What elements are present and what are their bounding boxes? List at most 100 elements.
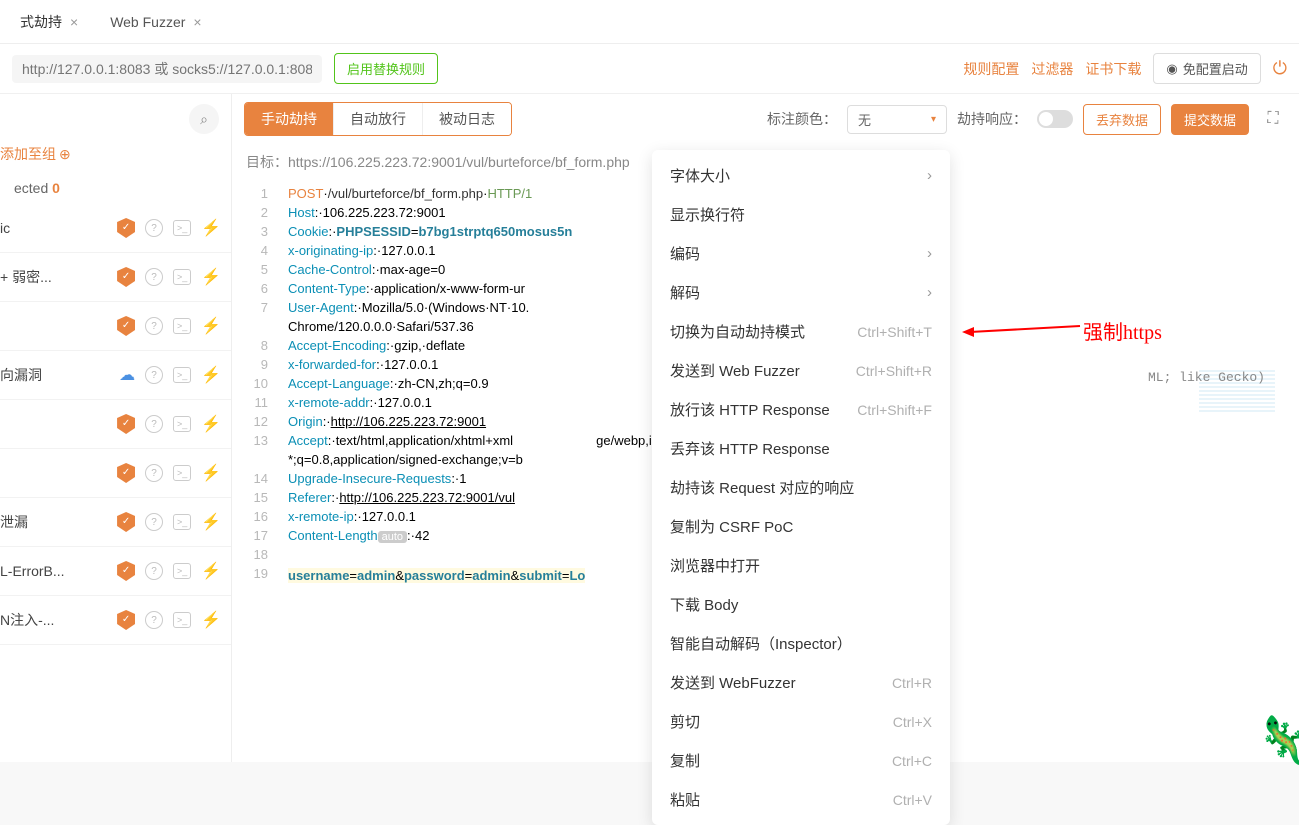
annotation-text: 强制https [1083, 316, 1162, 345]
context-menu: 字体大小›显示换行符编码›解码›切换为自动劫持模式Ctrl+Shift+T发送到… [652, 150, 950, 825]
terminal-icon[interactable]: >_ [173, 514, 191, 530]
sidebar: ⌕ 添加至组 ⊕ ected 0 ic?>_⚡+ 弱密...?>_⚡?>_⚡向漏… [0, 94, 232, 762]
sidebar-item-label: 泄漏 [0, 512, 107, 532]
filter-link[interactable]: 过滤器 [1031, 59, 1073, 79]
context-menu-item[interactable]: 发送到 Web FuzzerCtrl+Shift+R [652, 351, 950, 390]
context-menu-item[interactable]: 智能自动解码（Inspector） [652, 624, 950, 663]
tabs-bar: 式劫持× Web Fuzzer× [0, 0, 1299, 44]
terminal-icon[interactable]: >_ [173, 416, 191, 432]
bolt-icon[interactable]: ⚡ [201, 512, 221, 532]
no-config-launch-button[interactable]: ◉免配置启动 [1153, 53, 1260, 84]
help-icon[interactable]: ? [145, 317, 163, 335]
terminal-icon[interactable]: >_ [173, 367, 191, 383]
shield-icon [117, 414, 135, 434]
help-icon[interactable]: ? [145, 366, 163, 384]
bolt-icon[interactable]: ⚡ [201, 610, 221, 630]
hijack-response-toggle[interactable] [1037, 110, 1073, 128]
context-menu-item[interactable]: 编码› [652, 234, 950, 273]
close-icon[interactable]: × [70, 14, 78, 30]
mode-tab[interactable]: 被动日志 [423, 103, 511, 135]
discard-button[interactable]: 丢弃数据 [1083, 104, 1161, 135]
context-menu-item[interactable]: 解码› [652, 273, 950, 312]
cloud-icon: ☁ [119, 365, 135, 385]
sidebar-item[interactable]: 泄漏? >_ ⚡ [0, 498, 231, 547]
sidebar-item[interactable]: ? >_ ⚡ [0, 302, 231, 351]
bolt-icon[interactable]: ⚡ [201, 218, 221, 238]
context-menu-item[interactable]: 复制Ctrl+C [652, 741, 950, 780]
tab-hijack[interactable]: 式劫持× [4, 0, 94, 44]
mode-tab[interactable]: 自动放行 [334, 103, 423, 135]
context-menu-item[interactable]: 放行该 HTTP ResponseCtrl+Shift+F [652, 390, 950, 429]
context-menu-item[interactable]: 显示换行符 [652, 195, 950, 234]
close-icon[interactable]: × [193, 14, 201, 30]
terminal-icon[interactable]: >_ [173, 220, 191, 236]
shield-icon [117, 610, 135, 630]
plus-icon: ⊕ [59, 146, 71, 163]
bolt-icon[interactable]: ⚡ [201, 463, 221, 483]
tab-web-fuzzer[interactable]: Web Fuzzer× [94, 0, 217, 44]
line-gutter: 12345678910111213141516171819 [232, 180, 278, 583]
shield-icon [117, 267, 135, 287]
context-menu-item[interactable]: 发送到 WebFuzzerCtrl+R [652, 663, 950, 702]
mode-bar: 手动劫持自动放行被动日志 标注颜色： 无▾ 劫持响应： 丢弃数据 提交数据 ⛶ [232, 94, 1299, 144]
help-icon[interactable]: ? [145, 513, 163, 531]
search-icon[interactable]: ⌕ [189, 104, 219, 134]
shield-icon [117, 561, 135, 581]
help-icon[interactable]: ? [145, 219, 163, 237]
terminal-icon[interactable]: >_ [173, 269, 191, 285]
rule-config-link[interactable]: 规则配置 [963, 59, 1019, 79]
chevron-right-icon: › [927, 167, 932, 184]
sidebar-item[interactable]: ic? >_ ⚡ [0, 204, 231, 253]
chevron-right-icon: › [927, 284, 932, 301]
proxy-url-input[interactable] [12, 55, 322, 83]
context-menu-item[interactable]: 下载 Body [652, 585, 950, 624]
chevron-right-icon: › [927, 245, 932, 262]
add-to-group-link[interactable]: 添加至组 ⊕ [0, 144, 217, 164]
sidebar-item[interactable]: + 弱密...?>_⚡ [0, 253, 231, 302]
context-menu-item[interactable]: 浏览器中打开 [652, 546, 950, 585]
sidebar-item-label: L-ErrorB... [0, 563, 107, 579]
help-icon[interactable]: ? [145, 268, 163, 286]
sidebar-item[interactable]: ? >_ ⚡ [0, 449, 231, 498]
bolt-icon[interactable]: ⚡ [201, 414, 221, 434]
sidebar-item-label: N注入-... [0, 610, 107, 630]
selected-count: ected 0 [0, 172, 231, 204]
sidebar-item[interactable]: ? >_ ⚡ [0, 400, 231, 449]
power-icon[interactable]: ⏻ [1273, 58, 1287, 79]
shield-icon [117, 218, 135, 238]
help-icon[interactable]: ? [145, 415, 163, 433]
expand-icon[interactable]: ⛶ [1259, 105, 1287, 133]
enable-rules-button[interactable]: 启用替换规则 [334, 53, 438, 84]
sidebar-item[interactable]: N注入-...? >_ ⚡ [0, 596, 231, 645]
context-menu-item[interactable]: 剪切Ctrl+X [652, 702, 950, 741]
bolt-icon[interactable]: ⚡ [201, 267, 221, 287]
sidebar-item-label: ic [0, 220, 107, 236]
help-icon[interactable]: ? [145, 562, 163, 580]
color-select[interactable]: 无▾ [847, 105, 947, 134]
terminal-icon[interactable]: >_ [173, 318, 191, 334]
bolt-icon[interactable]: ⚡ [201, 561, 221, 581]
chevron-down-icon: ▾ [931, 114, 936, 125]
help-icon[interactable]: ? [145, 464, 163, 482]
cert-download-link[interactable]: 证书下载 [1085, 59, 1141, 79]
sidebar-item[interactable]: 向漏洞☁?>_⚡ [0, 351, 231, 400]
bolt-icon[interactable]: ⚡ [201, 316, 221, 336]
submit-button[interactable]: 提交数据 [1171, 104, 1249, 135]
context-menu-item[interactable]: 复制为 CSRF PoC [652, 507, 950, 546]
terminal-icon[interactable]: >_ [173, 612, 191, 628]
sidebar-item[interactable]: L-ErrorB...? >_ ⚡ [0, 547, 231, 596]
mode-tab[interactable]: 手动劫持 [245, 103, 334, 135]
help-icon[interactable]: ? [145, 611, 163, 629]
terminal-icon[interactable]: >_ [173, 563, 191, 579]
context-menu-item[interactable]: 劫持该 Request 对应的响应 [652, 468, 950, 507]
terminal-icon[interactable]: >_ [173, 465, 191, 481]
context-menu-item[interactable]: 字体大小› [652, 156, 950, 195]
annotation-arrow [960, 322, 1090, 342]
hijack-response-label: 劫持响应： [957, 109, 1027, 129]
context-menu-item[interactable]: 粘贴Ctrl+V [652, 780, 950, 819]
shield-icon [117, 463, 135, 483]
context-menu-item[interactable]: 丢弃该 HTTP Response [652, 429, 950, 468]
context-menu-item[interactable]: 切换为自动劫持模式Ctrl+Shift+T [652, 312, 950, 351]
peek-text: ML; like Gecko) [1148, 370, 1265, 385]
bolt-icon[interactable]: ⚡ [201, 365, 221, 385]
